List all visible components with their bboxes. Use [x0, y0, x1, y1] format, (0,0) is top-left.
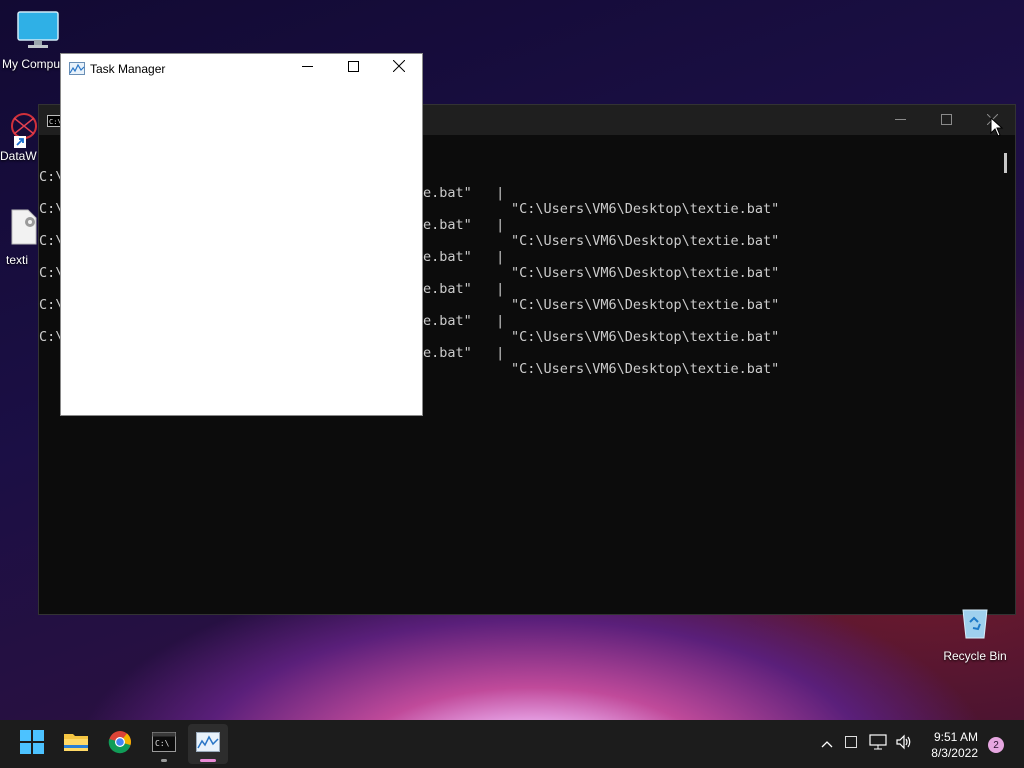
tray-app-button[interactable]: [840, 720, 862, 768]
console-scrollbar-thumb[interactable]: [1004, 153, 1007, 173]
tray-window-icon: [845, 735, 857, 753]
monitor-icon: [2, 10, 74, 53]
active-indicator: [200, 759, 216, 762]
chevron-up-icon: [821, 735, 833, 753]
task-manager-close-button[interactable]: [376, 54, 422, 82]
task-manager-title: Task Manager: [90, 62, 166, 76]
task-manager-window[interactable]: Task Manager: [60, 53, 423, 416]
mouse-cursor-icon: [990, 116, 1004, 142]
network-icon: [869, 733, 887, 755]
dataw-app-icon: [0, 108, 40, 151]
minimize-icon: [301, 59, 313, 77]
volume-button[interactable]: [892, 720, 916, 768]
console-minimize-button[interactable]: [877, 105, 923, 135]
clock-date: 8/3/2022: [931, 746, 978, 760]
chrome-icon: [108, 730, 132, 759]
desktop-icon-textie[interactable]: texti: [6, 208, 40, 267]
terminal-icon: C:\: [152, 731, 176, 757]
task-manager-minimize-button[interactable]: [284, 54, 330, 82]
taskbar-task-manager[interactable]: [188, 724, 228, 764]
console-line-mid: e.bat" |: [423, 345, 505, 361]
taskbar-clock[interactable]: 9:51 AM 8/3/2022: [931, 729, 978, 761]
desktop-icon-label: texti: [6, 253, 29, 267]
console-maximize-button[interactable]: [923, 105, 969, 135]
task-manager-app-icon: [69, 62, 85, 80]
task-manager-maximize-button[interactable]: [330, 54, 376, 82]
console-app-icon: C:\: [47, 114, 62, 132]
taskbar-chrome[interactable]: [100, 724, 140, 764]
recycle-bin-icon: [958, 608, 992, 643]
network-button[interactable]: [866, 720, 890, 768]
windows-logo-icon: [20, 729, 44, 759]
minimize-icon: [894, 112, 906, 128]
desktop-icon-dataw[interactable]: DataW: [0, 108, 40, 163]
tray-overflow-button[interactable]: [816, 720, 838, 768]
recycle-bin-label: Recycle Bin: [943, 649, 1007, 663]
desktop-icon-recycle-bin[interactable]: Recycle Bin: [938, 608, 1012, 663]
task-manager-icon: [196, 731, 220, 757]
console-line-path: "C:\Users\VM6\Desktop\textie.bat": [511, 361, 780, 377]
notification-badge[interactable]: 2: [988, 737, 1004, 753]
svg-text:C:\: C:\: [155, 739, 170, 748]
taskbar: C:\ 9:51 AM 8/3/2022: [0, 720, 1024, 768]
notification-count: 2: [988, 737, 1004, 753]
clock-time: 9:51 AM: [933, 730, 978, 744]
taskbar-file-explorer[interactable]: [56, 724, 96, 764]
desktop-icon-label: DataW: [0, 149, 37, 163]
maximize-icon: [940, 112, 952, 128]
batch-file-icon: [6, 208, 40, 249]
start-button[interactable]: [12, 724, 52, 764]
running-indicator: [161, 759, 167, 762]
close-icon: [392, 59, 406, 77]
taskbar-terminal[interactable]: C:\: [144, 724, 184, 764]
speaker-icon: [895, 734, 913, 755]
maximize-icon: [347, 59, 359, 77]
folder-icon: [63, 731, 89, 758]
